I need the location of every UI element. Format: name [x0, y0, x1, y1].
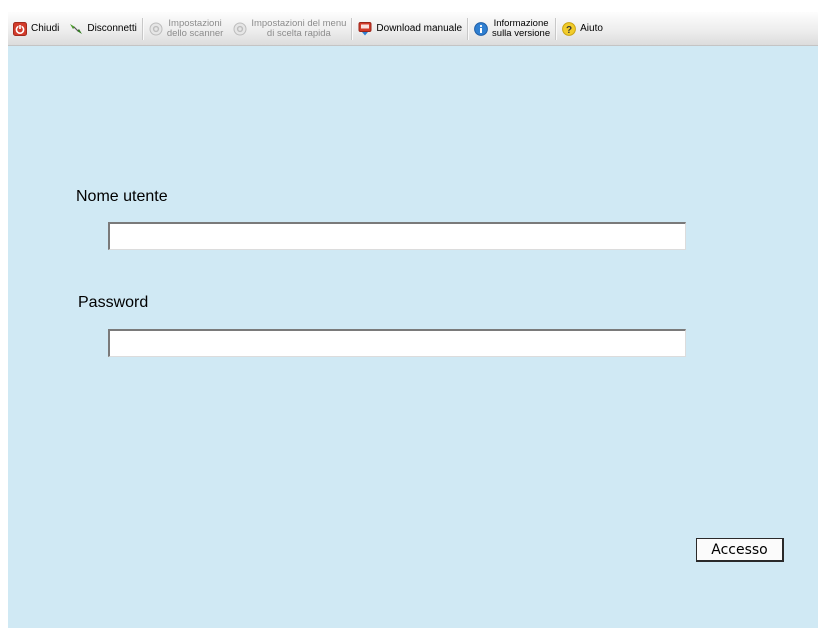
- disconnect-button[interactable]: Disconnetti: [64, 12, 141, 45]
- help-button[interactable]: ? Aiuto: [557, 12, 608, 45]
- scanner-settings-button[interactable]: Impostazioni dello scanner: [144, 12, 229, 45]
- username-field[interactable]: [108, 222, 686, 250]
- password-field[interactable]: [108, 329, 686, 357]
- quick-menu-settings-icon: [233, 22, 247, 35]
- download-manual-button[interactable]: Download manuale: [353, 12, 467, 45]
- help-icon: ?: [562, 21, 577, 36]
- info-icon: [474, 21, 488, 36]
- login-button[interactable]: Accesso: [696, 538, 784, 562]
- scanner-settings-line1: Impostazioni: [168, 17, 222, 29]
- toolbar: Chiudi Disconnetti Impostazioni dello sc…: [8, 12, 818, 46]
- scanner-settings-icon: [149, 22, 163, 35]
- quick-menu-settings-line1: Impostazioni del menu: [251, 17, 347, 29]
- close-button[interactable]: Chiudi: [8, 12, 64, 45]
- username-label: Nome utente: [76, 188, 168, 205]
- scanner-settings-line2: dello scanner: [166, 27, 224, 39]
- version-info-line2: sulla versione: [492, 27, 551, 39]
- power-icon: [13, 21, 27, 36]
- download-manual-label: Download manuale: [376, 23, 463, 34]
- login-panel: Nome utente Password Accesso: [8, 46, 818, 628]
- version-info-line1: Informazione: [493, 17, 549, 29]
- pdf-download-icon: [358, 21, 372, 35]
- quick-menu-settings-line2: di scelta rapida: [266, 27, 331, 39]
- disconnect-label: Disconnetti: [87, 23, 137, 34]
- svg-text:?: ?: [566, 25, 572, 36]
- help-label: Aiuto: [580, 23, 603, 34]
- quick-menu-settings-button[interactable]: Impostazioni del menu di scelta rapida: [228, 12, 351, 45]
- scanner-settings-label: Impostazioni dello scanner: [166, 17, 224, 39]
- disconnect-icon: [70, 23, 83, 34]
- password-label: Password: [78, 294, 149, 311]
- close-label: Chiudi: [31, 23, 60, 34]
- quick-menu-settings-label: Impostazioni del menu di scelta rapida: [251, 17, 347, 39]
- version-info-button[interactable]: Informazione sulla versione: [469, 12, 555, 45]
- version-info-label: Informazione sulla versione: [492, 17, 551, 39]
